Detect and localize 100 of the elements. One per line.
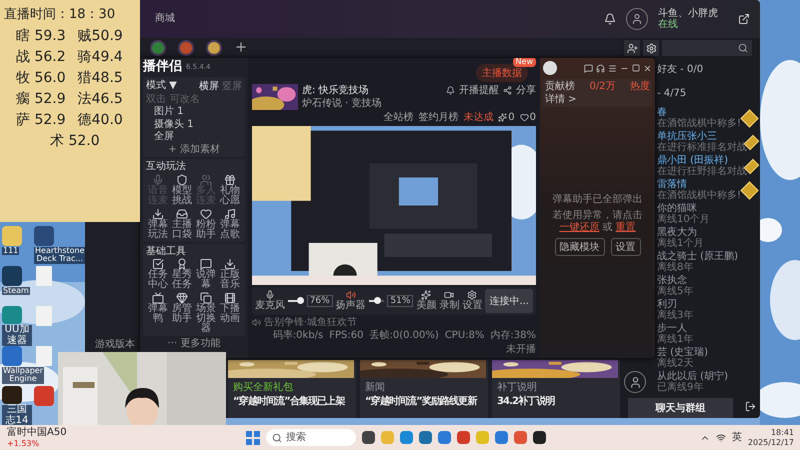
avatar bbox=[543, 61, 557, 75]
version-label: 游戏版本 bbox=[95, 339, 135, 350]
plus-icon[interactable] bbox=[234, 40, 248, 54]
game-icon[interactable] bbox=[178, 40, 194, 56]
group-header: - 4/75 bbox=[657, 88, 686, 100]
game-icon[interactable] bbox=[150, 40, 166, 56]
rank-link[interactable]: 签约月榜 bbox=[418, 112, 458, 124]
tool-button[interactable]: 星秀任务 bbox=[170, 258, 194, 290]
stat-text: 码率:0kb/s bbox=[272, 330, 324, 342]
action-button[interactable]: 设置 bbox=[462, 290, 482, 312]
game-icon[interactable] bbox=[206, 40, 222, 56]
slider-thumb[interactable] bbox=[296, 296, 304, 304]
news-card[interactable]: 补丁说明 34.2补丁说明 bbox=[492, 360, 620, 418]
heart-icon bbox=[200, 208, 212, 220]
share-link[interactable]: 分享 bbox=[516, 84, 536, 96]
tool-button[interactable]: 说弹幕 bbox=[194, 258, 218, 290]
close-button[interactable] bbox=[643, 64, 652, 72]
tool-button[interactable]: 粉粉助手 bbox=[194, 208, 218, 240]
tool-button[interactable]: 礼物心愿 bbox=[218, 174, 242, 206]
note-stat: 猎48.5 bbox=[78, 70, 123, 86]
friend-item[interactable]: 利刃 离线3年 bbox=[657, 298, 756, 322]
category-tag[interactable]: 炉石传说 · 竞技场 bbox=[302, 98, 382, 110]
maximize-button[interactable] bbox=[632, 64, 640, 72]
friend-item[interactable]: 芸 (史宝瑞) 离线2天 bbox=[657, 346, 756, 370]
start-button[interactable] bbox=[246, 430, 260, 444]
tool-button[interactable]: 主播口袋 bbox=[170, 208, 194, 240]
scene-hint: 双击 bbox=[146, 94, 166, 106]
bell-icon[interactable] bbox=[604, 13, 616, 25]
speaker-icon bbox=[252, 318, 261, 327]
note-stat: 骑49.4 bbox=[78, 49, 123, 66]
action-button[interactable]: 录制 bbox=[439, 290, 460, 312]
ime-indicator[interactable]: 英 bbox=[732, 432, 742, 444]
friend-item[interactable]: 张执念 离线5年 bbox=[657, 274, 756, 298]
gear-icon bbox=[646, 42, 656, 54]
music-icon bbox=[224, 208, 236, 220]
add-friend-button[interactable] bbox=[624, 40, 640, 56]
chat-button[interactable]: 聊天与群组 bbox=[628, 398, 733, 418]
orientation-tab[interactable]: 横屏 bbox=[199, 78, 219, 93]
chat-icon[interactable] bbox=[584, 64, 593, 72]
data-button[interactable]: 主播数据 bbox=[476, 64, 528, 82]
shield-icon bbox=[176, 174, 188, 186]
settings-button[interactable] bbox=[643, 40, 659, 56]
search-field[interactable]: 搜索 bbox=[266, 429, 356, 446]
tool-button[interactable]: 模型挑战 bbox=[170, 174, 194, 206]
sparkle-icon bbox=[421, 290, 432, 300]
source-item[interactable]: 全屏 bbox=[146, 131, 242, 143]
external-link-icon[interactable] bbox=[738, 13, 750, 25]
details-link[interactable]: 详情 > bbox=[545, 94, 577, 105]
add-source-button[interactable]: + 添加素材 bbox=[168, 144, 220, 156]
search-field[interactable] bbox=[662, 40, 752, 56]
restore-link[interactable]: 一键还原 bbox=[559, 222, 600, 234]
tool-button[interactable]: 房管助手 bbox=[170, 292, 194, 334]
panel-button[interactable]: 设置 bbox=[610, 238, 640, 256]
action-button[interactable]: 美颜 bbox=[416, 290, 436, 312]
tool-button[interactable]: 弹幕点歌 bbox=[218, 208, 242, 240]
panel-button[interactable]: 隐藏模块 bbox=[554, 238, 604, 256]
source-item[interactable]: 图片 1 bbox=[146, 106, 242, 118]
friend-item[interactable]: 雷落情 在酒馆战棋中称多! bbox=[657, 178, 756, 202]
search-icon bbox=[272, 432, 282, 442]
rank-link[interactable]: 全站榜 bbox=[383, 112, 414, 124]
friend-status: 离线1年 bbox=[657, 334, 694, 346]
friend-name: 利刃 bbox=[657, 298, 678, 310]
avatar[interactable] bbox=[626, 8, 648, 30]
friend-status: 离线1个月 bbox=[657, 238, 704, 250]
remind-link[interactable]: 开播提醒 bbox=[459, 84, 499, 96]
more-button[interactable]: ··· 更多功能 bbox=[168, 338, 220, 350]
menu-icon[interactable] bbox=[608, 64, 617, 72]
friend-status: 在酒馆战棋中称多! bbox=[657, 190, 742, 202]
person-icon bbox=[631, 13, 643, 25]
connect-button[interactable]: 连接中... bbox=[485, 288, 533, 312]
tool-button[interactable]: 任务中心 bbox=[146, 258, 170, 290]
friend-item[interactable]: 战之骑士 (原王鹏) 离线8年 bbox=[657, 250, 756, 274]
friend-item[interactable]: 步一人 离线1年 bbox=[657, 322, 756, 346]
friend-item[interactable]: 春 在酒馆战棋中称多! bbox=[657, 106, 756, 130]
friend-name: 从此以后 (胡宁) bbox=[657, 370, 729, 382]
wifi-icon[interactable] bbox=[716, 432, 726, 442]
news-title: 34.2补丁说明 bbox=[497, 396, 556, 408]
friend-item[interactable]: 黑夜大为 离线1个月 bbox=[657, 226, 756, 250]
count-text: 0 bbox=[508, 112, 515, 124]
tool-button[interactable]: 弹幕玩法 bbox=[146, 208, 170, 240]
tool-button[interactable]: 弹幕鸭 bbox=[146, 292, 170, 334]
reset-link[interactable]: 重置 bbox=[616, 222, 636, 234]
slider-thumb[interactable] bbox=[374, 296, 381, 304]
headphones-icon[interactable] bbox=[596, 64, 605, 72]
news-card[interactable]: 新闻 “穿越时间流”奖励路线更新 bbox=[360, 360, 488, 418]
friend-item[interactable]: 你的猫咪 离线10个月 bbox=[657, 202, 756, 226]
nav-link[interactable]: 商城 bbox=[155, 13, 175, 25]
mode-dropdown[interactable]: 模式 ▼ bbox=[146, 80, 177, 92]
tool-button[interactable]: 场景切换器 bbox=[194, 292, 218, 334]
app-icon[interactable] bbox=[533, 431, 546, 444]
user-name[interactable]: 斗鱼、小胖虎 bbox=[658, 8, 718, 19]
friend-item[interactable]: 从此以后 (胡宁) 已离线9年 bbox=[620, 370, 756, 394]
logout-icon[interactable] bbox=[745, 400, 756, 412]
news-card[interactable]: 购买全新礼包 “穿越时间流”合集现已上架 bbox=[228, 360, 356, 418]
tool-button[interactable]: 正版音乐 bbox=[218, 258, 242, 290]
rank-status: 未达成 bbox=[463, 112, 494, 124]
source-item[interactable]: 摄像头 1 bbox=[146, 118, 242, 130]
app-icon[interactable] bbox=[362, 431, 375, 444]
inbox-icon bbox=[176, 208, 188, 220]
tool-button[interactable]: 下播动画 bbox=[218, 292, 242, 334]
